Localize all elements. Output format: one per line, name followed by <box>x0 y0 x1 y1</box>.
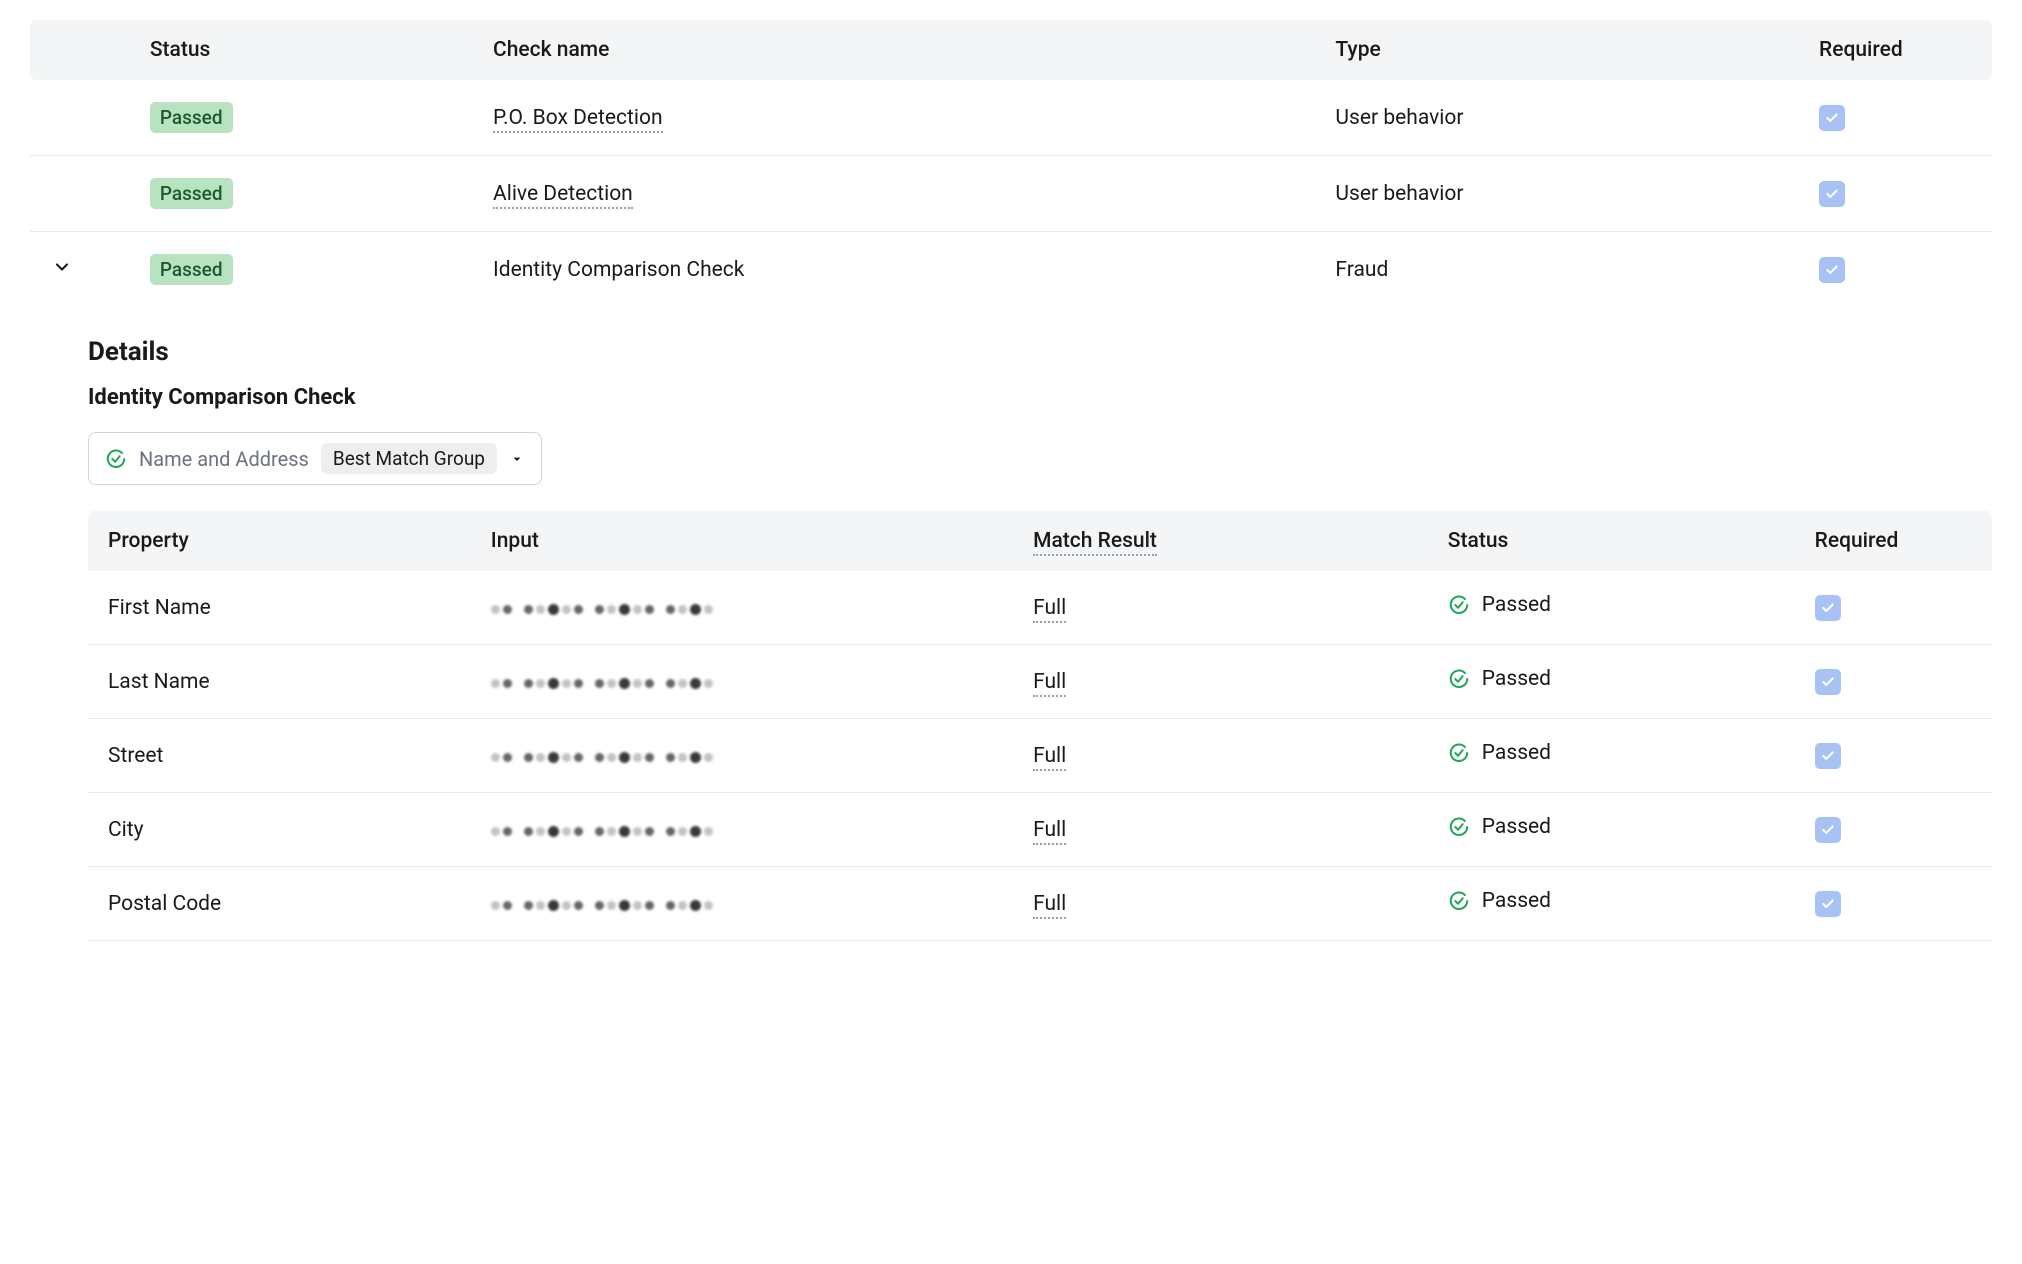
details-table-header: Property Input Match Result Status Requi… <box>88 511 1992 571</box>
input-cell-redacted <box>471 571 1013 645</box>
table-row: Postal Code Full Passed <box>88 867 1992 941</box>
required-cell <box>1795 571 1992 645</box>
status-text: Passed <box>1482 889 1551 913</box>
check-type: User behavior <box>1315 156 1799 232</box>
required-checkbox[interactable] <box>1815 743 1841 769</box>
check-icon <box>1825 187 1839 201</box>
table-row: Street Full Passed <box>88 719 1992 793</box>
check-name-link[interactable]: Alive Detection <box>493 182 633 209</box>
header-match-result: Match Result <box>1013 511 1428 571</box>
check-icon <box>1821 601 1835 615</box>
input-cell-redacted <box>471 867 1013 941</box>
check-circle-icon <box>1448 816 1470 838</box>
required-checkbox[interactable] <box>1819 257 1845 283</box>
header-detail-required: Required <box>1795 511 1992 571</box>
check-circle-icon <box>1448 668 1470 690</box>
status-cell: Passed <box>1428 571 1795 645</box>
details-title: Details <box>88 337 1992 367</box>
check-icon <box>1825 263 1839 277</box>
required-checkbox[interactable] <box>1815 595 1841 621</box>
status-cell: Passed <box>1428 793 1795 867</box>
required-checkbox[interactable] <box>1815 669 1841 695</box>
header-property: Property <box>88 511 471 571</box>
required-cell <box>1795 645 1992 719</box>
table-row: City Full Passed <box>88 793 1992 867</box>
property-cell: Street <box>88 719 471 793</box>
header-input: Input <box>471 511 1013 571</box>
details-subtitle: Identity Comparison Check <box>88 385 1992 410</box>
required-checkbox[interactable] <box>1819 181 1845 207</box>
check-name-link[interactable]: P.O. Box Detection <box>493 106 663 133</box>
match-result-cell: Full <box>1013 793 1428 867</box>
check-circle-icon <box>1448 742 1470 764</box>
header-detail-status: Status <box>1428 511 1795 571</box>
status-cell: Passed <box>1428 867 1795 941</box>
status-badge: Passed <box>150 254 233 285</box>
table-row[interactable]: Passed Alive Detection User behavior <box>30 156 1992 232</box>
header-type: Type <box>1315 20 1799 80</box>
status-text: Passed <box>1482 815 1551 839</box>
required-cell <box>1795 793 1992 867</box>
check-icon <box>1825 111 1839 125</box>
table-row: Last Name Full Passed <box>88 645 1992 719</box>
check-circle-icon <box>1448 890 1470 912</box>
group-selector-label: Name and Address <box>139 447 309 471</box>
required-cell <box>1795 867 1992 941</box>
status-badge: Passed <box>150 102 233 133</box>
property-cell: Postal Code <box>88 867 471 941</box>
table-row[interactable]: Passed Identity Comparison Check Fraud <box>30 232 1992 308</box>
status-text: Passed <box>1482 593 1551 617</box>
check-circle-icon <box>1448 594 1470 616</box>
check-type: Fraud <box>1315 232 1799 308</box>
redacted-value <box>491 821 713 841</box>
property-cell: Last Name <box>88 645 471 719</box>
status-text: Passed <box>1482 741 1551 765</box>
check-name-link[interactable]: Identity Comparison Check <box>493 258 744 282</box>
property-cell: First Name <box>88 571 471 645</box>
group-pill: Best Match Group <box>321 443 497 474</box>
status-badge: Passed <box>150 178 233 209</box>
match-result-cell: Full <box>1013 719 1428 793</box>
table-row[interactable]: Passed P.O. Box Detection User behavior <box>30 80 1992 156</box>
redacted-value <box>491 747 713 767</box>
check-icon <box>1821 675 1835 689</box>
input-cell-redacted <box>471 719 1013 793</box>
check-icon <box>1821 897 1835 911</box>
match-result-cell: Full <box>1013 867 1428 941</box>
status-cell: Passed <box>1428 645 1795 719</box>
redacted-value <box>491 599 713 619</box>
group-selector[interactable]: Name and Address Best Match Group <box>88 432 542 485</box>
table-row: First Name Full Passed <box>88 571 1992 645</box>
header-required: Required <box>1799 20 1992 80</box>
checks-table-header: Status Check name Type Required <box>30 20 1992 80</box>
input-cell-redacted <box>471 645 1013 719</box>
match-result-cell: Full <box>1013 645 1428 719</box>
check-circle-icon <box>105 448 127 470</box>
details-table: Property Input Match Result Status Requi… <box>88 511 1992 941</box>
required-checkbox[interactable] <box>1815 817 1841 843</box>
required-checkbox[interactable] <box>1819 105 1845 131</box>
status-cell: Passed <box>1428 719 1795 793</box>
details-panel: Details Identity Comparison Check Name a… <box>30 307 1992 941</box>
input-cell-redacted <box>471 793 1013 867</box>
required-checkbox[interactable] <box>1815 891 1841 917</box>
check-icon <box>1821 823 1835 837</box>
match-result-cell: Full <box>1013 571 1428 645</box>
property-cell: City <box>88 793 471 867</box>
check-type: User behavior <box>1315 80 1799 156</box>
redacted-value <box>491 673 713 693</box>
chevron-down-icon[interactable] <box>50 257 74 277</box>
redacted-value <box>491 895 713 915</box>
checks-table: Status Check name Type Required Passed P… <box>30 20 1992 307</box>
required-cell <box>1795 719 1992 793</box>
header-check-name: Check name <box>473 20 1315 80</box>
header-status: Status <box>130 20 473 80</box>
check-icon <box>1821 749 1835 763</box>
caret-down-icon <box>509 451 525 467</box>
status-text: Passed <box>1482 667 1551 691</box>
